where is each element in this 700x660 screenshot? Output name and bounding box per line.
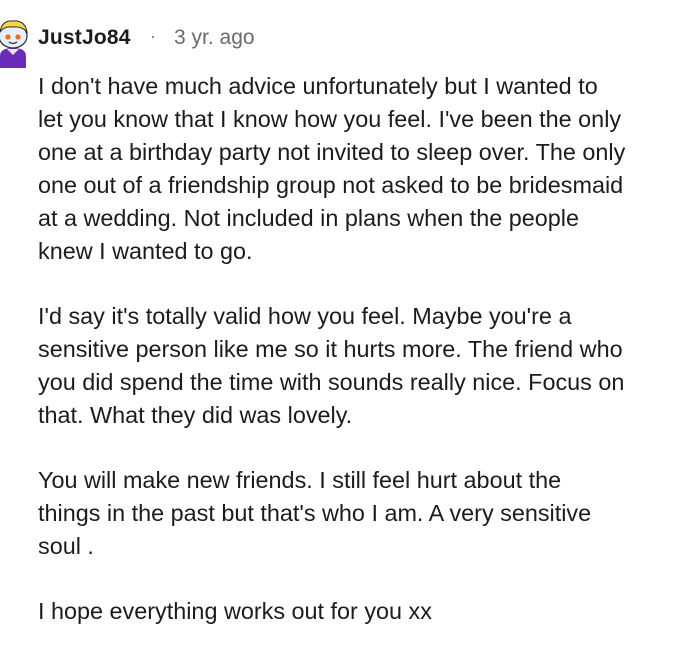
comment-timestamp[interactable]: 3 yr. ago (174, 26, 255, 50)
meta-separator: · (150, 26, 156, 46)
comment-paragraph: You will make new friends. I still feel … (38, 467, 592, 559)
author-username[interactable]: JustJo84 (38, 26, 131, 50)
comment-paragraph: I'd say it's totally valid how you feel.… (38, 303, 625, 428)
comment-paragraph: I don't have much advice unfortunately b… (38, 73, 626, 264)
snoo-avatar-icon[interactable] (0, 8, 30, 68)
comment-body: I don't have much advice unfortunately b… (38, 70, 688, 660)
comment: JustJo84 · 3 yr. ago I don't have much a… (0, 0, 700, 635)
comment-paragraph: I hope everything works out for you xx (38, 598, 432, 624)
